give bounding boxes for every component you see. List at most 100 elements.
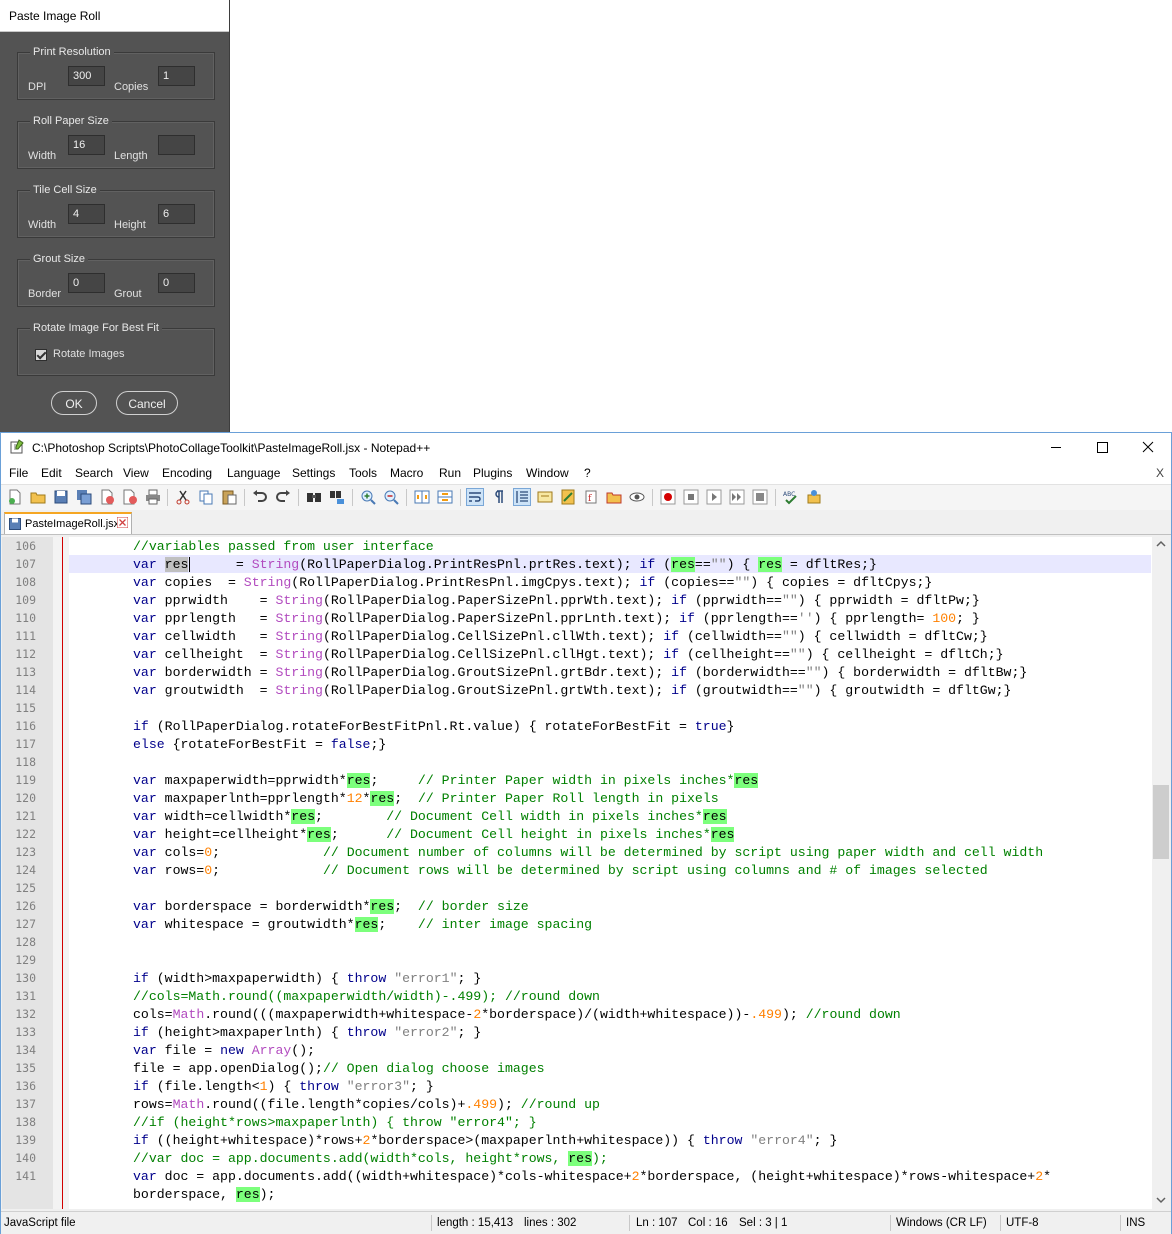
paper-width-field[interactable]: 16	[68, 135, 105, 155]
save-icon[interactable]	[53, 489, 69, 505]
word-wrap-icon[interactable]	[466, 488, 484, 506]
grout-field[interactable]: 0	[158, 273, 195, 293]
function-list-icon[interactable]: f	[583, 489, 599, 505]
close-icon[interactable]	[99, 489, 115, 505]
code-line[interactable]: 115	[2, 699, 1154, 717]
code-line[interactable]: 141 var doc = app.documents.add((width+wh…	[2, 1167, 1154, 1185]
paste-icon[interactable]	[221, 489, 237, 505]
code-line[interactable]: 136 if (file.length<1) { throw "error3"; …	[2, 1077, 1154, 1095]
close-button[interactable]	[1125, 433, 1171, 462]
play-macro-icon[interactable]	[706, 489, 722, 505]
save-all-icon[interactable]	[76, 489, 92, 505]
menu-search[interactable]: Search	[75, 466, 113, 480]
minimize-button[interactable]	[1033, 433, 1079, 462]
code-line[interactable]: 128	[2, 933, 1154, 951]
menu-encoding[interactable]: Encoding	[162, 466, 212, 480]
code-line[interactable]: 111 var cellwidth = String(RollPaperDialo…	[2, 627, 1154, 645]
scroll-up-arrow-icon[interactable]	[1156, 540, 1166, 548]
code-line[interactable]: 121 var width=cellwidth*res; // Document …	[2, 807, 1154, 825]
code-line[interactable]: 112 var cellheight = String(RollPaperDial…	[2, 645, 1154, 663]
code-line[interactable]: 133 if (height>maxpaperlnth) { throw "err…	[2, 1023, 1154, 1041]
code-line[interactable]: 130 if (width>maxpaperwidth) { throw "err…	[2, 969, 1154, 987]
code-line[interactable]: 132 cols=Math.round(((maxpaperwidth+white…	[2, 1005, 1154, 1023]
code-line[interactable]: 108 var copies = String(RollPaperDialog.P…	[2, 573, 1154, 591]
menu-language[interactable]: Language	[227, 466, 280, 480]
cell-width-field[interactable]: 4	[68, 204, 105, 224]
code-line[interactable]: 106 //variables passed from user interfac…	[2, 537, 1154, 555]
scrollbar-thumb[interactable]	[1153, 785, 1169, 859]
menu-tools[interactable]: Tools	[349, 466, 377, 480]
menu-plugins[interactable]: Plugins	[473, 466, 512, 480]
code-line[interactable]: 122 var height=cellheight*res; // Documen…	[2, 825, 1154, 843]
code-line[interactable]: 127 var whitespace = groutwidth*res; // i…	[2, 915, 1154, 933]
code-line[interactable]: 135 file = app.openDialog();// Open dialo…	[2, 1059, 1154, 1077]
code-line[interactable]: 125	[2, 879, 1154, 897]
scroll-down-arrow-icon[interactable]	[1156, 1196, 1166, 1204]
menu-view[interactable]: View	[123, 466, 149, 480]
menu-macro[interactable]: Macro	[390, 466, 423, 480]
rotate-images-label[interactable]: Rotate Images	[53, 348, 125, 360]
ok-button[interactable]: OK	[51, 391, 97, 415]
menu-settings[interactable]: Settings	[292, 466, 335, 480]
menu-file[interactable]: File	[9, 466, 28, 480]
copy-icon[interactable]	[198, 489, 214, 505]
code-line[interactable]: 137 rows=Math.round((file.length*copies/c…	[2, 1095, 1154, 1113]
vertical-scrollbar[interactable]	[1152, 537, 1170, 1209]
code-line[interactable]: 134 var file = new Array();	[2, 1041, 1154, 1059]
code-line[interactable]: 139 if ((height+whitespace)*rows+2*border…	[2, 1131, 1154, 1149]
menu-window[interactable]: Window	[526, 466, 569, 480]
open-file-icon[interactable]	[30, 489, 46, 505]
code-line[interactable]: 138 //if (height*rows>maxpaperlnth) { thr…	[2, 1113, 1154, 1131]
code-line[interactable]: 107 var res = String(RollPaperDialog.Prin…	[2, 555, 1154, 573]
border-field[interactable]: 0	[68, 273, 105, 293]
menu-help[interactable]: ?	[584, 466, 591, 480]
zoom-in-icon[interactable]	[360, 489, 376, 505]
code-line[interactable]: 126 var borderspace = borderwidth*res; //…	[2, 897, 1154, 915]
code-line[interactable]: 131 //cols=Math.round((maxpaperwidth/widt…	[2, 987, 1154, 1005]
code-line[interactable]: 114 var groutwidth = String(RollPaperDial…	[2, 681, 1154, 699]
stop-macro-icon[interactable]	[683, 489, 699, 505]
code-line[interactable]: 117 else {rotateForBestFit = false;}	[2, 735, 1154, 753]
close-all-icon[interactable]	[122, 489, 138, 505]
menu-edit[interactable]: Edit	[41, 466, 62, 480]
spell-check-icon[interactable]: ABC	[783, 489, 799, 505]
tab-close-icon[interactable]	[117, 517, 128, 528]
code-line[interactable]: 110 var pprlength = String(RollPaperDialo…	[2, 609, 1154, 627]
code-line[interactable]: 120 var maxpaperlnth=pprlength*12*res; //…	[2, 789, 1154, 807]
code-line[interactable]: borderspace, res);	[2, 1185, 1154, 1203]
menu-run[interactable]: Run	[439, 466, 461, 480]
code-line[interactable]: 140 //var doc = app.documents.add(width*c…	[2, 1149, 1154, 1167]
code-line[interactable]: 116 if (RollPaperDialog.rotateForBestFitP…	[2, 717, 1154, 735]
new-file-icon[interactable]	[7, 489, 23, 505]
redo-icon[interactable]	[275, 489, 291, 505]
undo-icon[interactable]	[252, 489, 268, 505]
cell-height-field[interactable]: 6	[158, 204, 195, 224]
print-icon[interactable]	[145, 489, 161, 505]
run-macro-multiple-icon[interactable]	[729, 489, 745, 505]
code-line[interactable]: 129	[2, 951, 1154, 969]
folder-workspace-icon[interactable]	[606, 489, 622, 505]
doc-map-icon[interactable]	[560, 489, 576, 505]
code-line[interactable]: 119 var maxpaperwidth=pprwidth*res; // Pr…	[2, 771, 1154, 789]
show-all-chars-icon[interactable]	[490, 489, 506, 505]
sync-vertical-icon[interactable]	[414, 489, 430, 505]
cut-icon[interactable]	[175, 489, 191, 505]
find-icon[interactable]	[306, 489, 322, 505]
code-line[interactable]: 123 var cols=0; // Document number of col…	[2, 843, 1154, 861]
dpi-field[interactable]: 300	[68, 66, 105, 86]
maximize-button[interactable]	[1079, 433, 1125, 462]
indent-guide-icon[interactable]	[513, 488, 531, 506]
monitoring-icon[interactable]	[629, 489, 645, 505]
save-macro-icon[interactable]	[752, 489, 768, 505]
copies-field[interactable]: 1	[158, 66, 195, 86]
code-editor[interactable]: 106 //variables passed from user interfac…	[2, 537, 1154, 1209]
udl-icon[interactable]	[537, 489, 553, 505]
tab-pasteimageroll[interactable]: PasteImageRoll.jsx	[4, 512, 132, 534]
sync-horizontal-icon[interactable]	[437, 489, 453, 505]
close-document-button[interactable]: X	[1156, 466, 1164, 480]
rotate-images-checkbox[interactable]	[35, 349, 47, 361]
code-line[interactable]: 113 var borderwidth = String(RollPaperDia…	[2, 663, 1154, 681]
paper-length-field[interactable]	[158, 135, 195, 155]
code-line[interactable]: 118	[2, 753, 1154, 771]
zoom-out-icon[interactable]	[383, 489, 399, 505]
